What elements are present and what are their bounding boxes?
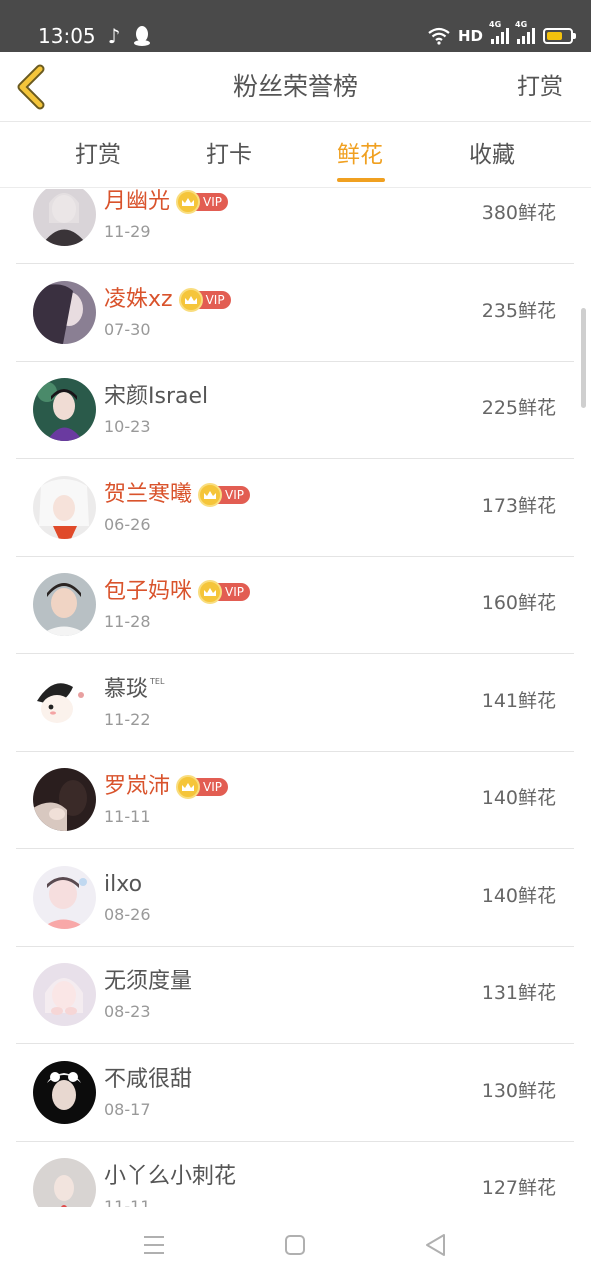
flower-count: 160鲜花 [481,592,556,614]
list-item[interactable]: 无须度量 08-23 131鲜花 [16,947,574,1044]
date-label: 10-23 [104,417,151,436]
crown-icon [198,580,223,604]
flower-count: 225鲜花 [481,397,556,419]
date-label: 08-26 [104,905,151,924]
home-icon[interactable] [277,1227,313,1263]
avatar[interactable] [33,768,96,831]
flower-count: 140鲜花 [481,885,556,907]
date-label: 08-17 [104,1100,151,1119]
list-item[interactable]: 贺兰寒曦 VIP 06-26 173鲜花 [16,460,574,557]
scrollbar[interactable] [581,308,586,408]
page-title: 粉丝荣誉榜 [232,72,358,101]
avatar[interactable] [33,1061,96,1124]
list-item[interactable]: 月幽光 VIP 11-29 380鲜花 [16,189,574,264]
user-name: 不咸很甜 [104,1067,193,1092]
avatar[interactable] [33,963,96,1026]
status-bar: 13:05 ♪ HD 4G 4G [0,0,591,52]
flower-count: 141鲜花 [481,690,556,712]
avatar[interactable] [33,1158,96,1207]
menu-icon[interactable] [136,1227,172,1263]
user-name: 宋颜Israel [104,384,209,409]
avatar[interactable] [33,476,96,539]
user-name: ilxo [104,872,143,897]
vip-badge: VIP [178,288,231,312]
date-label: 08-23 [104,1002,151,1021]
user-name: 包子妈咪 [104,579,193,604]
flower-count: 131鲜花 [481,982,556,1004]
tab-bar: 打赏 打卡 鲜花 收藏 [0,122,591,188]
status-indicators: HD 4G 4G [428,20,576,48]
flower-count: 140鲜花 [481,787,556,809]
triangle-back-icon[interactable] [417,1227,453,1263]
list-item[interactable]: 宋颜Israel 10-23 225鲜花 [16,362,574,459]
avatar[interactable] [33,573,96,636]
date-label: 07-30 [104,320,151,339]
flower-count: 173鲜花 [481,495,556,517]
user-name: 小丫么小刺花 [104,1164,237,1189]
wifi-icon [428,27,450,45]
date-label: 11-29 [104,222,151,241]
signal-icon: 4G [489,20,509,44]
flower-count: 130鲜花 [481,1080,556,1102]
list-item[interactable]: ilxo 08-26 140鲜花 [16,850,574,947]
vip-badge: VIP [176,190,228,214]
reward-button[interactable]: 打赏 [517,72,563,102]
date-label: 11-22 [104,710,151,729]
list-item[interactable]: 罗岚沛 VIP 11-11 140鲜花 [16,752,574,849]
user-name: 月幽光 [104,189,171,214]
tab-favorites[interactable]: 收藏 [469,140,515,170]
vip-badge: VIP [198,580,250,604]
user-name: 无须度量 [104,969,193,994]
tab-indicator [337,178,385,182]
crown-icon [178,288,203,312]
list-item[interactable]: 包子妈咪 VIP 11-28 160鲜花 [16,557,574,654]
fan-ranking-list[interactable]: 月幽光 VIP 11-29 380鲜花 凌姝xz VIP 07-30 235鲜花 [0,189,591,1207]
vip-badge: VIP [176,775,228,799]
user-name: 贺兰寒曦 [104,482,193,507]
user-name: 罗岚沛 [104,774,171,799]
app-header: 粉丝荣誉榜 打赏 [0,52,591,122]
tab-flowers[interactable]: 鲜花 [337,140,383,170]
hd-indicator: HD [457,27,483,45]
vip-badge: VIP [198,483,250,507]
crown-icon [176,190,201,214]
user-name: 凌姝xz [104,287,173,312]
flower-count: 127鲜花 [481,1177,556,1199]
tiktok-icon: ♪ [107,24,121,48]
list-item[interactable]: 凌姝xz VIP 07-30 235鲜花 [16,265,574,362]
tel-tag: TEL [150,677,165,686]
avatar[interactable] [33,281,96,344]
crown-icon [176,775,201,799]
avatar[interactable] [33,378,96,441]
tab-checkin[interactable]: 打卡 [206,140,252,170]
avatar[interactable] [33,189,96,246]
list-item[interactable]: 不咸很甜 08-17 130鲜花 [16,1045,574,1142]
list-item[interactable]: 慕琰 TEL 11-22 141鲜花 [16,655,574,752]
battery-icon [543,28,576,44]
system-nav-bar [0,1207,591,1280]
flower-count: 235鲜花 [481,300,556,322]
signal-icon: 4G [515,20,535,44]
avatar[interactable] [33,671,96,734]
date-label: 11-11 [104,1197,151,1207]
flower-count: 380鲜花 [481,202,556,224]
status-time: 13:05 [38,24,96,48]
qq-icon [134,26,150,46]
user-name: 慕琰 [104,677,149,702]
crown-icon [198,483,223,507]
date-label: 11-28 [104,612,151,631]
date-label: 11-11 [104,807,151,826]
list-item[interactable]: 小丫么小刺花 11-11 127鲜花 [16,1142,574,1207]
date-label: 06-26 [104,515,151,534]
tab-reward[interactable]: 打赏 [75,140,121,170]
avatar[interactable] [33,866,96,929]
